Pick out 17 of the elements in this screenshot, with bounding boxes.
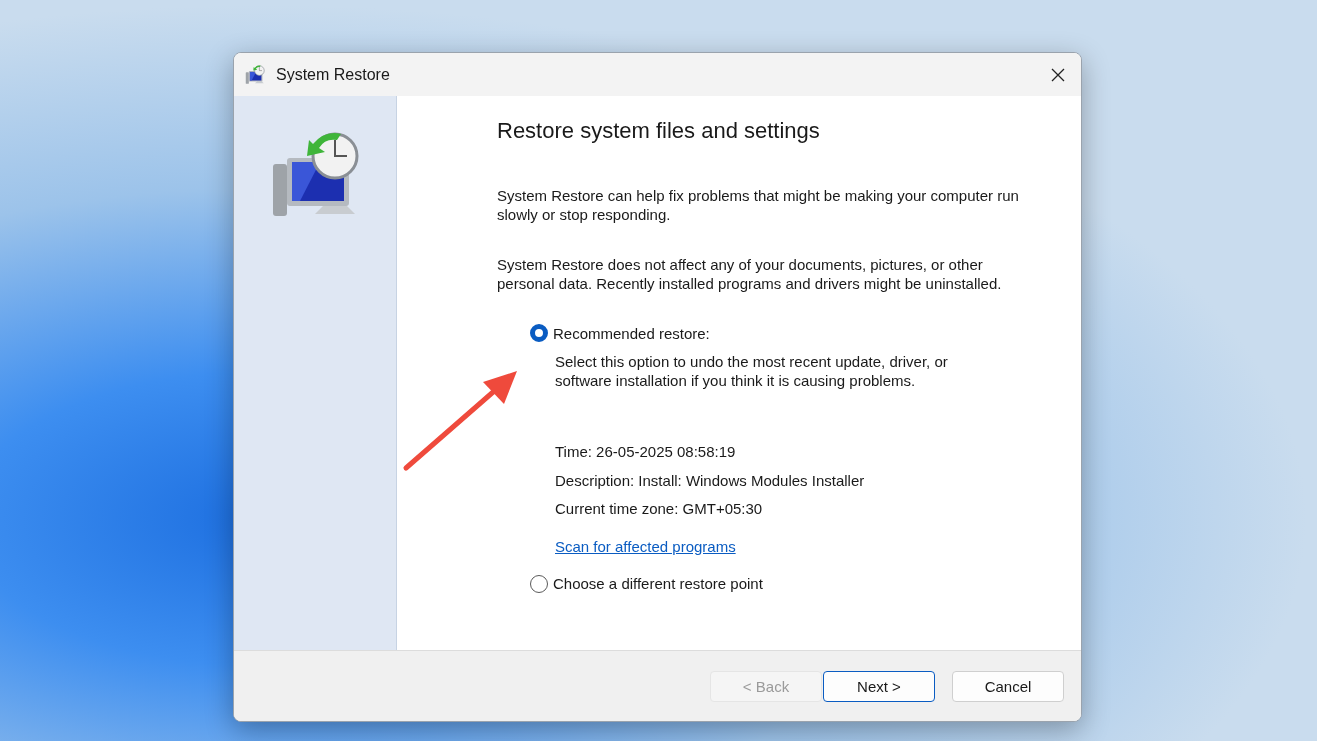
detail-text: Current time zone: GMT+05:30 — [555, 499, 764, 518]
radio-button[interactable] — [530, 324, 548, 342]
window-title: System Restore — [276, 65, 390, 84]
radio-label[interactable]: Recommended restore: — [553, 324, 710, 342]
radio-label[interactable]: Choose a different restore point — [553, 575, 763, 592]
dialog-button[interactable]: Next > — [823, 670, 935, 702]
dialog-button[interactable]: Cancel — [952, 670, 1064, 702]
radio-button[interactable] — [530, 574, 548, 593]
body-text: System Restore does not affect any of your documents, pictures, or other personal data. Recently installed programs and drivers might be uninstalled. — [497, 255, 1003, 293]
detail-text: Time: 26-05-2025 08:58:19 — [555, 442, 737, 461]
option-description: Select this option to undo the most recent update, driver, or software installation if you think it is causing problems. — [555, 352, 949, 390]
computer-clock-icon — [244, 63, 266, 86]
close-icon — [1051, 67, 1065, 82]
body-text: System Restore can help fix problems that might be making your computer run slowly or stop responding. — [497, 186, 1020, 224]
scan-link[interactable]: Scan for affected programs — [555, 537, 736, 555]
page-heading: Restore system files and settings — [497, 118, 821, 144]
detail-text: Description: Install: Windows Modules Installer — [555, 470, 866, 490]
